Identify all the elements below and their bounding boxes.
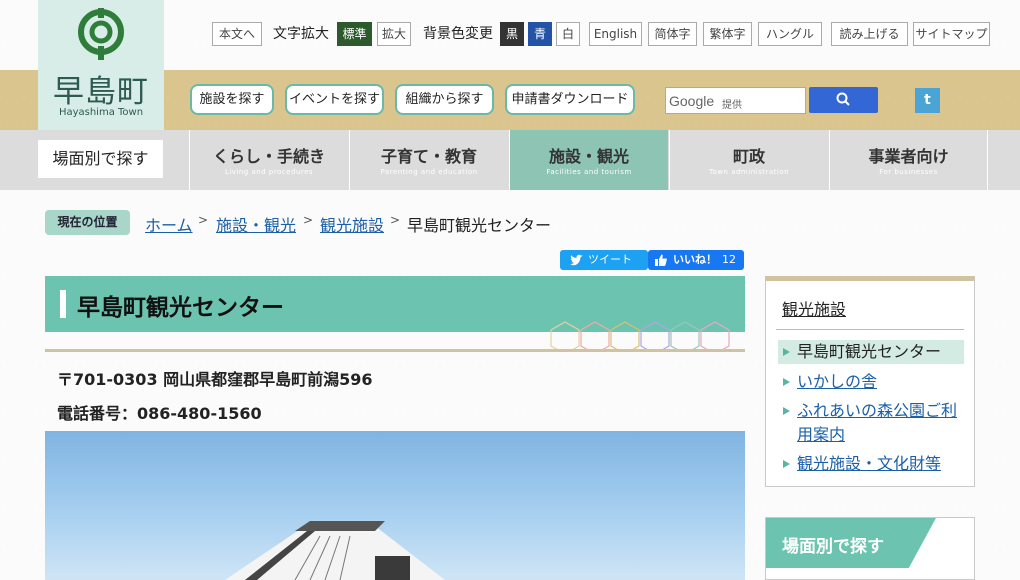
quick-link-events[interactable]: イベントを探す [285, 84, 384, 115]
nav-item-label: 事業者向け [868, 147, 949, 166]
facebook-like-button[interactable]: いいね！ 12 [648, 250, 744, 270]
breadcrumb-facilities-link[interactable]: 施設・観光 [216, 212, 296, 236]
quick-link-organization[interactable]: 組織から探す [395, 84, 494, 115]
twitter-bird-icon [570, 254, 583, 266]
nav-item-sublabel: Town administration [708, 168, 790, 176]
triangle-right-icon [783, 460, 790, 468]
title-accent-bar [60, 290, 66, 318]
triangle-right-icon [783, 407, 790, 415]
nav-item-sublabel: Facilities and tourism [546, 168, 632, 176]
bg-blue-button[interactable]: 青 [528, 22, 552, 46]
text-size-large-button[interactable]: 拡大 [377, 22, 411, 46]
triangle-right-icon [783, 348, 790, 356]
nav-scene-search-button[interactable]: 場面別で探す [38, 140, 163, 178]
nav-item-facilities[interactable]: 施設・観光 Facilities and tourism [509, 130, 668, 190]
building-roof-image [225, 521, 445, 580]
thumbs-up-icon [655, 254, 667, 266]
facility-address: 〒701-0303 岡山県都窪郡早島町前潟596 [57, 370, 373, 389]
nav-item-label: 子育て・教育 [380, 147, 477, 166]
breadcrumb-current: 早島町観光センター [407, 216, 552, 235]
background-color-label: 背景色変更 [423, 26, 493, 42]
facility-phone: 電話番号：086-480-1560 [57, 404, 262, 423]
nav-item-business[interactable]: 事業者向け For businesses [829, 130, 988, 190]
nav-item-label: 町政 [732, 147, 765, 166]
nav-item-label: 施設・観光 [548, 147, 629, 166]
logo-subtitle: Hayashima Town [58, 107, 144, 118]
bg-black-button[interactable]: 黒 [500, 22, 524, 46]
nav-item-sublabel: Living and procedures [224, 168, 314, 176]
google-brand-text: Google [669, 93, 715, 109]
triangle-right-icon [783, 378, 790, 386]
search-button[interactable] [809, 87, 878, 113]
breadcrumb-separator-icon: > [303, 213, 314, 227]
simplified-chinese-link[interactable]: 简体字 [648, 22, 697, 46]
nav-item-sublabel: For businesses [879, 168, 938, 176]
search-input[interactable]: Google 提供 [665, 87, 806, 114]
sidebar-divider [776, 329, 964, 330]
sidebar-item-kanko-center[interactable]: 早島町観光センター [778, 340, 964, 364]
sidebar-item-fureai-park[interactable]: ふれあいの森公園ご利用案内 [778, 399, 964, 447]
sidebar-scene-search: 場面別で探す [765, 517, 975, 580]
bg-white-button[interactable]: 白 [556, 22, 580, 46]
english-link[interactable]: English [589, 22, 642, 46]
page-title: 早島町観光センター [77, 295, 284, 321]
like-count: 12 [722, 253, 736, 266]
breadcrumb-tourism-link[interactable]: 観光施設 [320, 212, 384, 236]
read-aloud-button[interactable]: 読み上げる [831, 22, 908, 46]
nav-item-label: くらし・手続き [212, 147, 325, 166]
sidebar-item-label: 早島町観光センター [797, 342, 942, 361]
google-provided-text: 提供 [722, 100, 742, 111]
current-location-badge: 現在の位置 [45, 210, 130, 235]
town-emblem-icon [78, 8, 124, 60]
asanoha-decoration-icon [550, 321, 730, 350]
facility-photo [45, 431, 745, 580]
sidebar-item-ikashinoya[interactable]: いかしの舎 [778, 370, 964, 394]
search-icon [836, 92, 850, 106]
breadcrumb-separator-icon: > [390, 213, 401, 227]
breadcrumb-separator-icon: > [198, 213, 209, 227]
tweet-label: ツイート [588, 253, 632, 266]
quick-link-facilities[interactable]: 施設を探す [190, 84, 274, 115]
like-label: いいね！ [673, 253, 717, 266]
nav-item-town-admin[interactable]: 町政 Town administration [669, 130, 828, 190]
nav-item-living[interactable]: くらし・手続き Living and procedures [189, 130, 348, 190]
sidebar-heading-link[interactable]: 観光施設 [782, 296, 846, 320]
sitemap-link[interactable]: サイトマップ [913, 22, 990, 46]
sidebar-item-label: いかしの舎 [797, 372, 878, 391]
quick-link-forms-download[interactable]: 申請書ダウンロード [505, 84, 635, 115]
site-logo[interactable]: 早島町 Hayashima Town [38, 0, 164, 130]
sidebar-item-cultural-assets[interactable]: 観光施設・文化財等 [778, 452, 964, 476]
skip-to-content-link[interactable]: 本文へ [212, 22, 262, 46]
title-divider [45, 349, 745, 352]
sidebar-item-label: 観光施設・文化財等 [797, 454, 942, 473]
nav-item-sublabel: Parenting and education [380, 168, 478, 176]
text-size-label: 文字拡大 [273, 26, 329, 42]
breadcrumb-home-link[interactable]: ホーム [145, 212, 193, 236]
tumblr-share-icon[interactable]: t [915, 88, 940, 113]
sidebar-item-label: ふれあいの森公園ご利用案内 [797, 401, 958, 444]
nav-item-parenting[interactable]: 子育て・教育 Parenting and education [349, 130, 508, 190]
sidebar-tourism-facilities: 観光施設 早島町観光センター いかしの舎 ふれあいの森公園ご利用案内 観光施設・… [765, 276, 975, 487]
logo-name: 早島町 [53, 74, 149, 110]
korean-link[interactable]: ハングル [758, 22, 822, 46]
scene-search-heading: 場面別で探す [782, 537, 884, 557]
tweet-button[interactable]: ツイート [560, 250, 648, 270]
traditional-chinese-link[interactable]: 繁体字 [703, 22, 752, 46]
text-size-standard-button[interactable]: 標準 [337, 22, 372, 46]
